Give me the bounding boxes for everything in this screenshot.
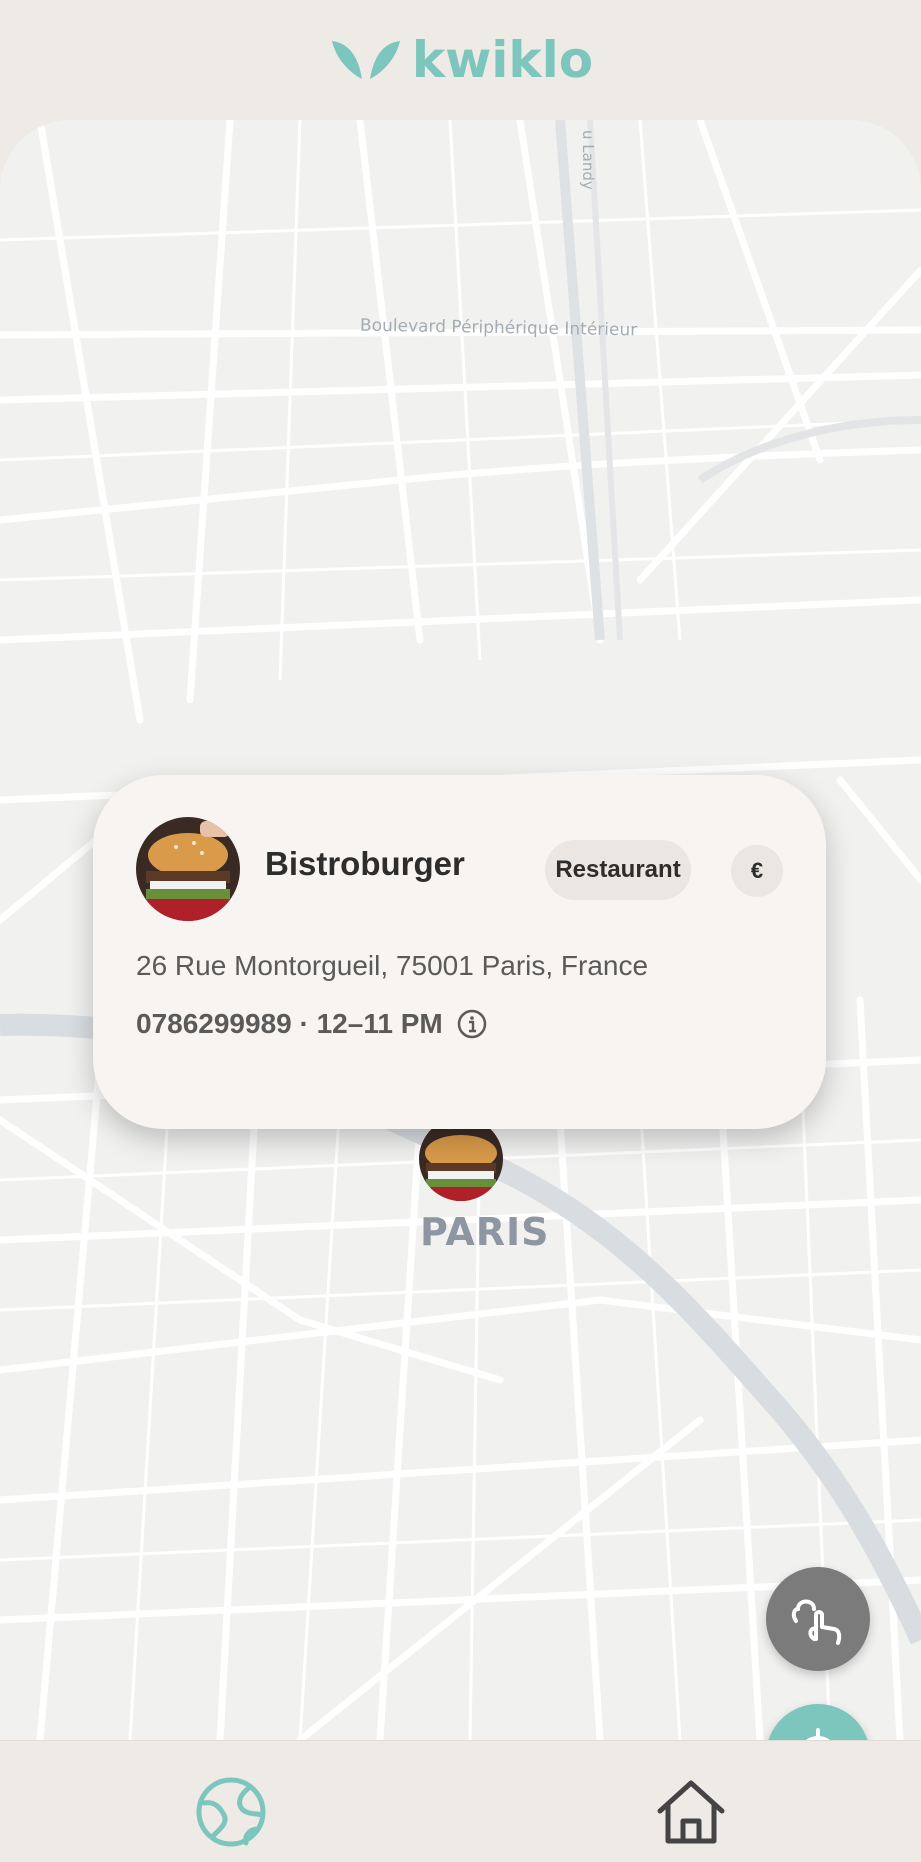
gesture-mode-button[interactable] [766, 1567, 870, 1671]
burger-marker-icon [419, 1125, 503, 1201]
nav-item-home[interactable] [650, 1771, 732, 1853]
place-address: 26 Rue Montorgueil, 75001 Paris, France [136, 950, 649, 981]
place-avatar [136, 817, 240, 921]
place-phone-hours: 0786299989 · 12–11 PM [136, 1008, 443, 1039]
category-chip[interactable]: Restaurant [545, 840, 691, 900]
home-icon [657, 1780, 725, 1844]
restaurant-map-marker[interactable] [418, 1125, 504, 1203]
crosshair-icon [806, 1728, 830, 1740]
place-name: Bistroburger [265, 845, 465, 882]
info-icon[interactable] [457, 1009, 487, 1039]
globe-icon [196, 1777, 266, 1847]
bottom-navigation [0, 1740, 921, 1862]
map-view[interactable]: Boulevard Périphérique Intérieur u Landy… [0, 120, 921, 1740]
place-popup-card[interactable]: Bistroburger Restaurant € 26 Rue Montorg… [93, 775, 826, 1129]
gesture-tap-icon [791, 1599, 842, 1645]
leaf-logo-icon [331, 41, 400, 79]
nav-item-map[interactable] [190, 1771, 272, 1853]
price-chip[interactable]: € [731, 845, 783, 897]
map-label-city: PARIS [420, 1210, 550, 1254]
map-label-street: u Landy [579, 130, 597, 190]
burger-photo-icon [136, 817, 240, 921]
app-header: kwiklo [0, 0, 921, 120]
place-contact-row: 0786299989 · 12–11 PM [136, 1008, 487, 1040]
brand-name: kwiklo [411, 31, 594, 89]
brand-logo: kwiklo [328, 31, 593, 89]
